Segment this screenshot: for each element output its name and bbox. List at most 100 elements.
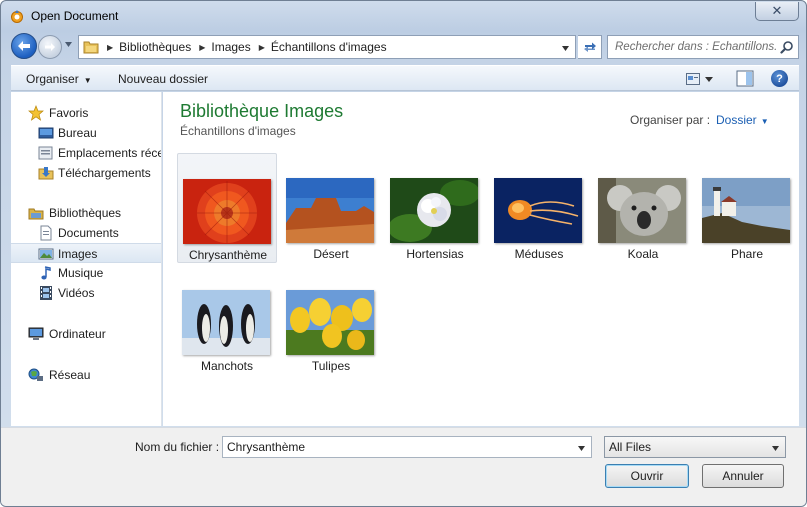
filename-dropdown-icon[interactable] — [577, 444, 586, 453]
file-name: Désert — [313, 247, 349, 261]
close-icon: ✕ — [771, 3, 783, 18]
file-tile-penguins[interactable]: Manchots — [177, 265, 277, 375]
open-document-dialog: Open Document ✕ ▶ Bibliothèques ▶ Images… — [0, 0, 807, 507]
file-type-value: All Files — [609, 440, 652, 454]
filename-label: Nom du fichier : — [135, 440, 220, 454]
desktop-icon — [38, 127, 54, 139]
file-type-dropdown-icon — [772, 446, 779, 451]
jellyfish-thumbnail — [494, 178, 582, 243]
library-subtitle: Échantillons d'images — [180, 124, 296, 138]
file-tile-tulips[interactable]: Tulipes — [281, 265, 381, 375]
documents-icon — [40, 225, 52, 241]
pictures-icon — [38, 248, 54, 260]
sidebar-item-label: Bureau — [58, 126, 97, 140]
file-tile-hydrangeas[interactable]: Hortensias — [385, 153, 485, 263]
breadcrumb-pictures[interactable]: Images — [211, 40, 250, 54]
close-button[interactable]: ✕ — [755, 2, 799, 21]
open-button[interactable]: Ouvrir — [605, 464, 689, 488]
search-input[interactable] — [608, 36, 776, 58]
dialog-footer: Nom du fichier : All Files Ouvrir Annule… — [1, 427, 806, 506]
sidebar-item-label: Documents — [58, 226, 119, 240]
breadcrumb-libraries[interactable]: Bibliothèques — [119, 40, 191, 54]
file-tile-lighthouse[interactable]: Phare — [697, 153, 797, 263]
file-tile-jellyfish[interactable]: Méduses — [489, 153, 589, 263]
network-icon — [28, 368, 43, 381]
music-icon — [41, 266, 51, 280]
sidebar-item-label: Réseau — [49, 368, 91, 382]
window-title: Open Document — [31, 9, 119, 23]
change-view-button[interactable] — [686, 71, 714, 87]
search-box[interactable] — [607, 35, 799, 59]
file-name: Méduses — [514, 247, 564, 261]
arrange-by-dropdown[interactable]: Dossier ▼ — [716, 113, 769, 127]
file-tile-koala[interactable]: Koala — [593, 153, 693, 263]
sidebar-item-videos[interactable]: Vidéos — [11, 283, 161, 303]
desert-thumbnail — [286, 178, 374, 243]
filename-input[interactable] — [223, 437, 568, 457]
sidebar-item-libraries[interactable]: Bibliothèques — [11, 203, 161, 223]
sidebar-item-network[interactable]: Réseau — [11, 365, 161, 385]
address-bar[interactable]: ▶ Bibliothèques ▶ Images ▶ Échantillons … — [78, 35, 576, 59]
sidebar-item-documents[interactable]: Documents — [11, 223, 161, 243]
sidebar-item-label: Images — [58, 247, 98, 261]
file-type-select[interactable]: All Files — [604, 436, 786, 458]
refresh-button[interactable] — [578, 35, 602, 59]
file-name: Phare — [730, 247, 764, 261]
file-name: Tulipes — [311, 359, 351, 373]
command-bar: Organiser ▼ Nouveau dossier ? — [11, 65, 799, 91]
breadcrumb-separator-icon[interactable]: ▶ — [199, 43, 205, 52]
library-folder-icon — [83, 41, 99, 54]
file-name: Chrysanthème — [188, 248, 268, 262]
chevron-down-icon: ▼ — [83, 76, 92, 85]
new-folder-button[interactable]: Nouveau dossier — [118, 72, 208, 86]
star-icon — [28, 105, 44, 121]
hydrangeas-thumbnail — [390, 178, 478, 243]
file-tile-chrysanthemum[interactable]: Chrysanthème — [177, 153, 277, 263]
recent-pages-dropdown-icon[interactable] — [64, 40, 73, 49]
forward-button[interactable] — [38, 35, 62, 59]
organize-label: Organiser — [26, 72, 79, 86]
library-title: Bibliothèque Images — [180, 101, 344, 121]
address-row: ▶ Bibliothèques ▶ Images ▶ Échantillons … — [1, 31, 806, 61]
navigation-pane: Favoris Bureau Emplacements récents Télé… — [11, 92, 162, 426]
sidebar-item-label: Vidéos — [58, 286, 95, 300]
filename-combobox[interactable] — [222, 436, 592, 458]
help-icon: ? — [776, 72, 783, 85]
view-icon — [686, 73, 700, 85]
organize-menu-button[interactable]: Organiser ▼ — [26, 72, 92, 86]
sidebar-item-pictures[interactable]: Images — [11, 243, 161, 263]
file-list-pane: Bibliothèque Images Échantillons d'image… — [163, 92, 799, 426]
file-tile-desert[interactable]: Désert — [281, 153, 381, 263]
sidebar-item-desktop[interactable]: Bureau — [11, 123, 161, 143]
forward-arrow-icon — [45, 43, 55, 51]
file-name: Koala — [627, 247, 659, 261]
computer-icon — [28, 327, 44, 340]
sidebar-item-recent-places[interactable]: Emplacements récents — [11, 143, 161, 163]
back-arrow-icon — [18, 41, 30, 51]
help-button[interactable]: ? — [771, 70, 788, 87]
preview-pane-icon[interactable] — [736, 70, 754, 87]
breadcrumb-sample-pictures[interactable]: Échantillons d'images — [271, 40, 387, 54]
sidebar-item-computer[interactable]: Ordinateur — [11, 324, 161, 344]
koala-thumbnail — [598, 178, 686, 243]
address-dropdown-icon[interactable] — [561, 44, 570, 53]
sidebar-item-music[interactable]: Musique — [11, 263, 161, 283]
back-button[interactable] — [11, 33, 37, 59]
videos-icon — [40, 286, 52, 300]
sidebar-item-label: Musique — [58, 266, 104, 280]
breadcrumb-separator-icon[interactable]: ▶ — [259, 43, 265, 52]
title-bar: Open Document ✕ — [1, 1, 806, 31]
cancel-button[interactable]: Annuler — [702, 464, 784, 488]
search-icon[interactable] — [780, 40, 794, 54]
sidebar-item-label: Favoris — [49, 106, 89, 120]
breadcrumb-separator-icon[interactable]: ▶ — [107, 43, 113, 52]
chrysanthemum-thumbnail — [183, 179, 271, 244]
sidebar-item-label: Ordinateur — [49, 327, 106, 341]
sidebar-item-label: Téléchargements — [58, 166, 151, 180]
arrange-by-value: Dossier — [716, 113, 757, 127]
app-icon — [11, 10, 23, 23]
sidebar-item-favorites[interactable]: Favoris — [11, 103, 161, 123]
view-dropdown-icon — [705, 77, 713, 82]
sidebar-item-downloads[interactable]: Téléchargements — [11, 163, 161, 183]
tulips-thumbnail — [286, 290, 374, 355]
